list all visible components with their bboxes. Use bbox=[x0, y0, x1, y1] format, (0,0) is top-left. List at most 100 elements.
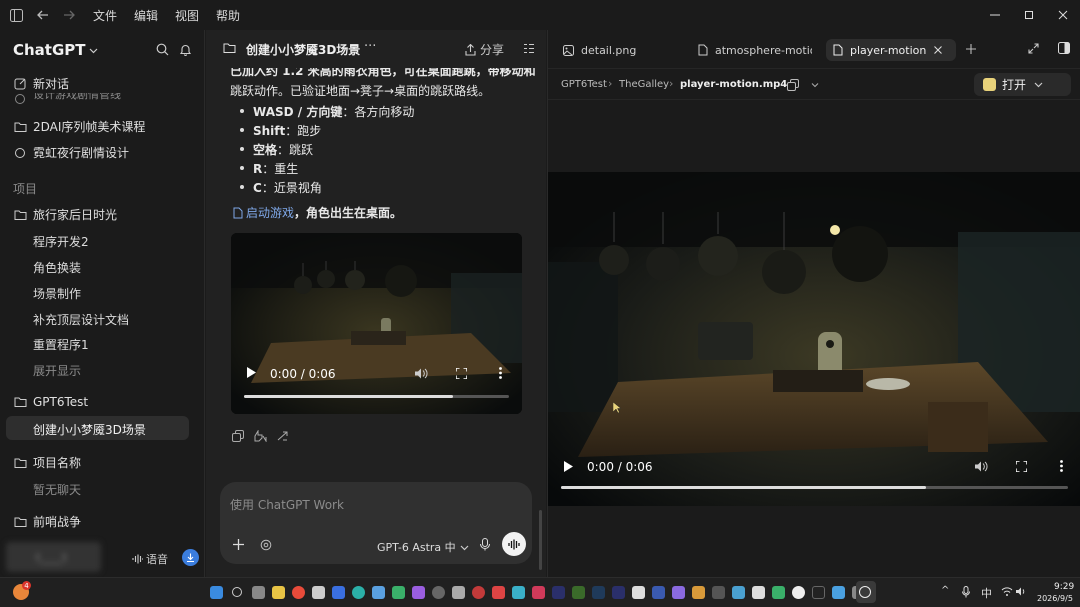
video-progress-bar[interactable] bbox=[561, 486, 1068, 489]
outline-list-icon[interactable] bbox=[523, 43, 535, 54]
project-outpost-war[interactable]: 前哨战争 bbox=[13, 513, 81, 530]
taskbar-app-icon[interactable] bbox=[672, 586, 685, 599]
sidebar-item-neon-story[interactable]: 霓虹夜行剧情设计 bbox=[13, 144, 129, 161]
close-tab-icon[interactable] bbox=[934, 46, 942, 54]
taskbar-app-icon[interactable] bbox=[792, 586, 805, 599]
breadcrumb-item[interactable]: TheGalley bbox=[619, 79, 669, 90]
taskbar-app-icon[interactable] bbox=[632, 586, 645, 599]
taskbar-app-icon[interactable] bbox=[312, 586, 325, 599]
taskbar-app-icon[interactable] bbox=[292, 586, 305, 599]
new-tab-icon[interactable] bbox=[966, 44, 976, 54]
feedback-icon[interactable] bbox=[254, 430, 267, 442]
back-arrow-icon[interactable] bbox=[36, 8, 50, 22]
taskbar-app-icon[interactable] bbox=[552, 586, 565, 599]
maximize-button[interactable] bbox=[1012, 0, 1046, 30]
volume-icon[interactable] bbox=[1016, 587, 1027, 596]
video-progress-bar[interactable] bbox=[244, 395, 509, 398]
tab-player-motion[interactable]: player-motion.m bbox=[826, 39, 956, 61]
taskbar-app-icon[interactable] bbox=[812, 586, 825, 599]
tab-detail[interactable]: detail.png bbox=[557, 39, 677, 61]
menu-view[interactable]: 视图 bbox=[175, 7, 199, 24]
taskbar-app-icon[interactable] bbox=[652, 586, 665, 599]
minimize-button[interactable] bbox=[978, 0, 1012, 30]
taskbar-app-icon[interactable] bbox=[332, 586, 345, 599]
more-vertical-icon[interactable] bbox=[499, 367, 502, 379]
taskbar-app-icon[interactable] bbox=[272, 586, 285, 599]
microphone-icon[interactable] bbox=[962, 586, 970, 598]
chevron-up-icon[interactable]: ^ bbox=[941, 585, 949, 596]
chatgpt-app-icon[interactable] bbox=[859, 586, 871, 598]
taskbar-app-icon[interactable] bbox=[592, 586, 605, 599]
model-selector[interactable]: GPT-6 Astra 中 bbox=[377, 539, 469, 555]
project-chat-item[interactable]: 重置程序1 bbox=[33, 336, 89, 353]
wifi-icon[interactable] bbox=[1001, 587, 1013, 596]
bell-icon[interactable] bbox=[179, 43, 192, 56]
taskbar-app-icon[interactable] bbox=[572, 586, 585, 599]
clock-date[interactable]: 2026/9/5 bbox=[1037, 594, 1073, 603]
project-chat-item-active[interactable]: 创建小小梦魇3D场景 bbox=[33, 421, 146, 438]
volume-icon[interactable] bbox=[975, 461, 988, 472]
project-chat-item[interactable]: 角色换装 bbox=[33, 259, 81, 276]
project-chat-item[interactable]: 场景制作 bbox=[33, 285, 81, 302]
volume-icon[interactable] bbox=[415, 368, 428, 379]
taskbar-app-icon[interactable] bbox=[772, 586, 785, 599]
taskbar-app-icon[interactable] bbox=[372, 586, 385, 599]
sidebar-item-partial[interactable]: 设计游戏剧情管线 bbox=[13, 93, 121, 105]
microphone-icon[interactable] bbox=[480, 538, 490, 551]
taskbar-app-icon[interactable] bbox=[752, 586, 765, 599]
composer-input[interactable]: 使用 ChatGPT Work bbox=[230, 496, 344, 513]
project-traveler[interactable]: 旅行家后日时光 bbox=[13, 206, 117, 223]
panel-toggle-icon[interactable] bbox=[1058, 42, 1070, 54]
menu-edit[interactable]: 编辑 bbox=[134, 7, 158, 24]
main-video-player[interactable]: 0:00 / 0:06 bbox=[548, 172, 1080, 506]
taskbar-app-icon[interactable] bbox=[452, 586, 465, 599]
project-chat-item[interactable]: 补充顶层设计文档 bbox=[33, 311, 129, 328]
voice-button[interactable]: 语音 bbox=[132, 551, 168, 567]
share-button[interactable]: 分享 bbox=[465, 41, 504, 58]
taskbar-app-icon[interactable] bbox=[492, 586, 505, 599]
voice-mode-button[interactable] bbox=[502, 532, 526, 556]
copy-icon[interactable] bbox=[232, 430, 244, 442]
open-with-button[interactable]: 打开 bbox=[974, 73, 1071, 96]
taskbar-app-icon[interactable] bbox=[352, 586, 365, 599]
taskbar-app-icon[interactable] bbox=[692, 586, 705, 599]
taskbar-app-icon[interactable] bbox=[512, 586, 525, 599]
expand-icon[interactable] bbox=[1028, 43, 1039, 54]
project-gpt6test[interactable]: GPT6Test bbox=[13, 395, 88, 409]
taskbar-app-icon[interactable] bbox=[392, 586, 405, 599]
search-icon[interactable] bbox=[156, 43, 169, 56]
inline-video-player[interactable]: 0:00 / 0:06 bbox=[231, 233, 522, 414]
user-profile-blurred[interactable]: t____t bbox=[6, 542, 101, 572]
ime-indicator[interactable]: 中 bbox=[981, 585, 992, 601]
start-icon[interactable] bbox=[210, 586, 223, 599]
project-chat-item[interactable]: 程序开发2 bbox=[33, 233, 89, 250]
more-options-icon[interactable]: ··· bbox=[364, 39, 376, 54]
clock-time[interactable]: 9:29 bbox=[1054, 582, 1074, 592]
taskbar-app-icon[interactable] bbox=[612, 586, 625, 599]
copy-icon[interactable] bbox=[787, 79, 799, 91]
chevron-down-icon[interactable] bbox=[811, 81, 819, 89]
fullscreen-icon[interactable] bbox=[1016, 461, 1027, 472]
sidebar-item-2dai-course[interactable]: 2DAI序列帧美术课程 bbox=[13, 118, 145, 135]
expand-more-link[interactable]: 展开显示 bbox=[33, 362, 81, 379]
brand-menu[interactable]: ChatGPT bbox=[13, 41, 98, 59]
tools-icon[interactable] bbox=[260, 539, 272, 551]
sidebar-toggle-icon[interactable] bbox=[9, 8, 23, 22]
play-button[interactable] bbox=[564, 461, 573, 472]
menu-help[interactable]: 帮助 bbox=[216, 7, 240, 24]
project-placeholder[interactable]: 项目名称 bbox=[13, 454, 81, 471]
taskbar-app-icon[interactable] bbox=[432, 586, 445, 599]
branch-icon[interactable] bbox=[277, 430, 289, 442]
launch-game-link[interactable]: 启动游戏 bbox=[246, 204, 294, 221]
forward-arrow-icon[interactable] bbox=[62, 8, 76, 22]
search-icon[interactable] bbox=[232, 587, 242, 597]
message-composer[interactable]: 使用 ChatGPT Work GPT-6 Astra 中 bbox=[220, 482, 532, 564]
taskbar-app-icon[interactable] bbox=[712, 586, 725, 599]
menu-file[interactable]: 文件 bbox=[93, 7, 117, 24]
taskbar-app-icon[interactable] bbox=[412, 586, 425, 599]
chat-scrollbar[interactable] bbox=[539, 510, 542, 570]
taskbar-app-icon[interactable] bbox=[472, 586, 485, 599]
taskbar-app-icon[interactable] bbox=[732, 586, 745, 599]
taskbar-app-icon[interactable] bbox=[252, 586, 265, 599]
taskbar-app-icon[interactable] bbox=[532, 586, 545, 599]
